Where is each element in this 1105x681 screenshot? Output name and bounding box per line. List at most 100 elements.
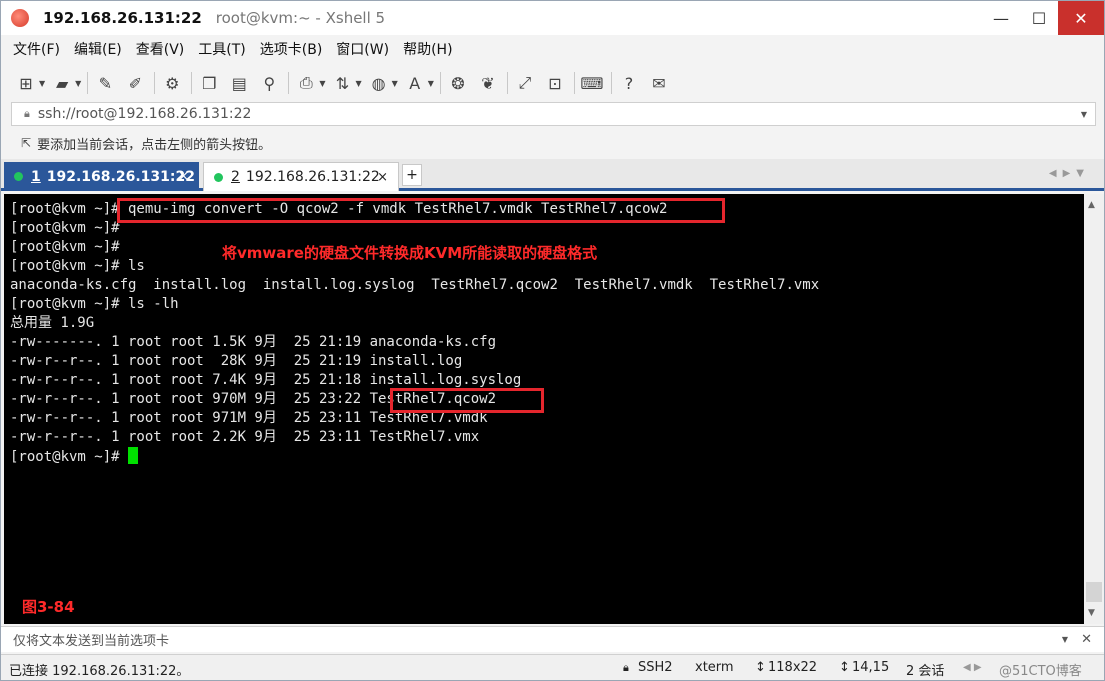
chevron-down-icon[interactable]: ▼: [1081, 110, 1087, 119]
terminal-prompt: [root@kvm ~]#: [10, 449, 129, 465]
menu-edit[interactable]: 编辑(E): [74, 39, 122, 59]
terminal-output[interactable]: [root@kvm ~]# qemu-img convert -O qcow2 …: [4, 194, 1084, 624]
maximize-button[interactable]: ☐: [1020, 1, 1058, 35]
session-hint-text: 要添加当前会话，点击左侧的箭头按钮。: [37, 137, 272, 153]
lock-icon[interactable]: ⊡: [544, 72, 566, 94]
lock-icon: 🔒︎: [623, 661, 629, 674]
xshell-logo-icon: [11, 9, 29, 27]
command-highlight-box: [117, 198, 725, 223]
close-button[interactable]: ✕: [1058, 1, 1104, 35]
print-icon[interactable]: ⎙: [295, 72, 317, 94]
transfer-icon[interactable]: ⇅: [331, 72, 353, 94]
toolbar-divider: [573, 72, 575, 94]
copy-icon[interactable]: ❐: [198, 72, 220, 94]
address-bar[interactable]: 🔒︎ ssh://root@192.168.26.131:22 ▼: [11, 102, 1096, 126]
toolbar-divider: [506, 72, 508, 94]
toolbar: ⊞ ▼ ▰ ▼ ✎ ✐ ⚙ ❐ ▤ ⚲ ⎙ ▼ ⇅ ▼ ◍ ▼ A ▼ ❂ ❦ ⤢ ⊡ ⌨ …: [1, 65, 1104, 101]
disconnect-icon[interactable]: ✐: [124, 72, 146, 94]
new-session-icon[interactable]: ⊞: [15, 72, 37, 94]
annotation-text: 将vmware的硬盘文件转换成KVM所能读取的硬盘格式: [222, 244, 598, 262]
xftp-icon[interactable]: ❂: [447, 72, 469, 94]
toolbar-divider: [154, 72, 156, 94]
tab-session-2[interactable]: 2 192.168.26.131:22 ×: [203, 162, 399, 191]
open-folder-icon[interactable]: ▰: [51, 72, 73, 94]
tab-bar: 1 192.168.26.131:22 × 2 192.168.26.131:2…: [1, 159, 1104, 191]
terminal-scrollbar[interactable]: ▲ ▼: [1084, 194, 1104, 624]
tab-close-icon[interactable]: ×: [178, 169, 189, 184]
scroll-up-icon[interactable]: ▲: [1088, 200, 1095, 210]
tab-label: 192.168.26.131:22: [46, 168, 195, 185]
compose-bar[interactable]: 仅将文本发送到当前选项卡 ▼ ✕: [1, 626, 1104, 652]
help-icon[interactable]: ?: [618, 72, 640, 94]
cursor-icon: ↕: [839, 660, 850, 675]
chevron-down-icon[interactable]: ▼: [1062, 635, 1068, 644]
terminal-line: -rw-r--r--. 1 root root 7.4K 9月 25 21:18…: [10, 372, 522, 388]
menu-bar: 文件(F) 编辑(E) 查看(V) 工具(T) 选项卡(B) 窗口(W) 帮助(…: [1, 35, 1104, 63]
menu-view[interactable]: 查看(V): [136, 39, 185, 59]
keyboard-icon[interactable]: ⌨: [580, 72, 603, 94]
scrollbar-thumb[interactable]: [1086, 582, 1102, 602]
status-bar: 已连接 192.168.26.131:22。 🔒︎ SSH2 xterm ↕ 1…: [1, 654, 1104, 680]
add-tab-button[interactable]: +: [402, 164, 422, 186]
toolbar-divider: [288, 72, 290, 94]
toolbar-divider: [610, 72, 612, 94]
xshell-window: 192.168.26.131:22 root@kvm:~ - Xshell 5 …: [0, 0, 1105, 681]
terminal-line: 总用量 1.9G: [10, 315, 95, 331]
scroll-down-icon[interactable]: ▼: [1088, 608, 1095, 618]
terminal-line: -rw-r--r--. 1 root root 28K 9月 25 21:19 …: [10, 353, 463, 369]
qcow2-highlight-box: [390, 388, 544, 413]
terminal-line: -rw-r--r--. 1 root root 970M 9月 25 23:22…: [10, 391, 497, 407]
terminal-line: anaconda-ks.cfg install.log install.log.…: [10, 277, 820, 293]
menu-help[interactable]: 帮助(H): [403, 39, 452, 59]
tab-close-icon[interactable]: ×: [377, 170, 388, 185]
lock-icon: 🔒︎: [24, 107, 30, 120]
fullscreen-icon[interactable]: ⤢: [514, 72, 536, 94]
tab-session-1[interactable]: 1 192.168.26.131:22 ×: [4, 162, 199, 191]
arrow-bookmark-icon[interactable]: ⇱: [21, 136, 31, 150]
tab-number: 1: [31, 168, 41, 185]
resize-icon: ↕: [755, 660, 766, 675]
address-value: ssh://root@192.168.26.131:22: [37, 106, 252, 122]
tab-number: 2: [231, 169, 240, 185]
compose-placeholder: 仅将文本发送到当前选项卡: [13, 634, 170, 649]
figure-label: 图3-84: [22, 598, 75, 616]
menu-tab[interactable]: 选项卡(B): [260, 39, 323, 59]
close-icon[interactable]: ✕: [1081, 632, 1092, 647]
menu-tools[interactable]: 工具(T): [198, 39, 245, 59]
terminal-line: [root@kvm ~]# ls -lh: [10, 296, 179, 312]
cursor-position-status: 14,15: [852, 660, 890, 675]
toolbar-divider: [439, 72, 441, 94]
toolbar-divider: [191, 72, 193, 94]
terminal-cursor: [128, 447, 139, 464]
nav-arrows-icon[interactable]: ◀ ▶: [963, 662, 982, 673]
window-controls: — ☐ ✕: [982, 1, 1104, 35]
connected-dot-icon: [214, 172, 223, 182]
session-hint-bar: ⇱ 要添加当前会话，点击左侧的箭头按钮。: [11, 131, 1096, 155]
menu-file[interactable]: 文件(F): [13, 39, 60, 59]
globe-icon[interactable]: ◍: [368, 72, 390, 94]
menu-window[interactable]: 窗口(W): [336, 39, 389, 59]
chat-icon[interactable]: ✉: [648, 72, 670, 94]
terminal-line: -rw-------. 1 root root 1.5K 9月 25 21:19…: [10, 334, 497, 350]
window-title: root@kvm:~ - Xshell 5: [215, 9, 386, 27]
connected-dot-icon: [14, 172, 23, 181]
protocol-status: SSH2: [638, 660, 673, 675]
terminal-prompt-line: [root@kvm ~]#: [10, 447, 1084, 466]
title-bar: 192.168.26.131:22 root@kvm:~ - Xshell 5 …: [1, 1, 1104, 35]
terminal-line: -rw-r--r--. 1 root root 971M 9月 25 23:11…: [10, 410, 488, 426]
terminal-type-status: xterm: [695, 660, 734, 675]
paste-icon[interactable]: ▤: [228, 72, 250, 94]
toolbar-divider: [87, 72, 89, 94]
session-count-status: 2 会话: [906, 664, 945, 679]
font-icon[interactable]: A: [404, 72, 426, 94]
tab-scroll-arrows-icon[interactable]: ◀▶▼: [1049, 168, 1090, 179]
connection-status: 已连接 192.168.26.131:22。: [9, 664, 190, 679]
window-title-host: 192.168.26.131:22: [43, 9, 202, 27]
properties-icon[interactable]: ⚙: [161, 72, 183, 94]
tab-label: 192.168.26.131:22: [245, 169, 380, 185]
minimize-button[interactable]: —: [982, 1, 1020, 35]
terminal-line: -rw-r--r--. 1 root root 2.2K 9月 25 23:11…: [10, 429, 480, 445]
leaf-icon[interactable]: ❦: [477, 72, 499, 94]
find-icon[interactable]: ⚲: [258, 72, 280, 94]
connect-icon[interactable]: ✎: [94, 72, 116, 94]
